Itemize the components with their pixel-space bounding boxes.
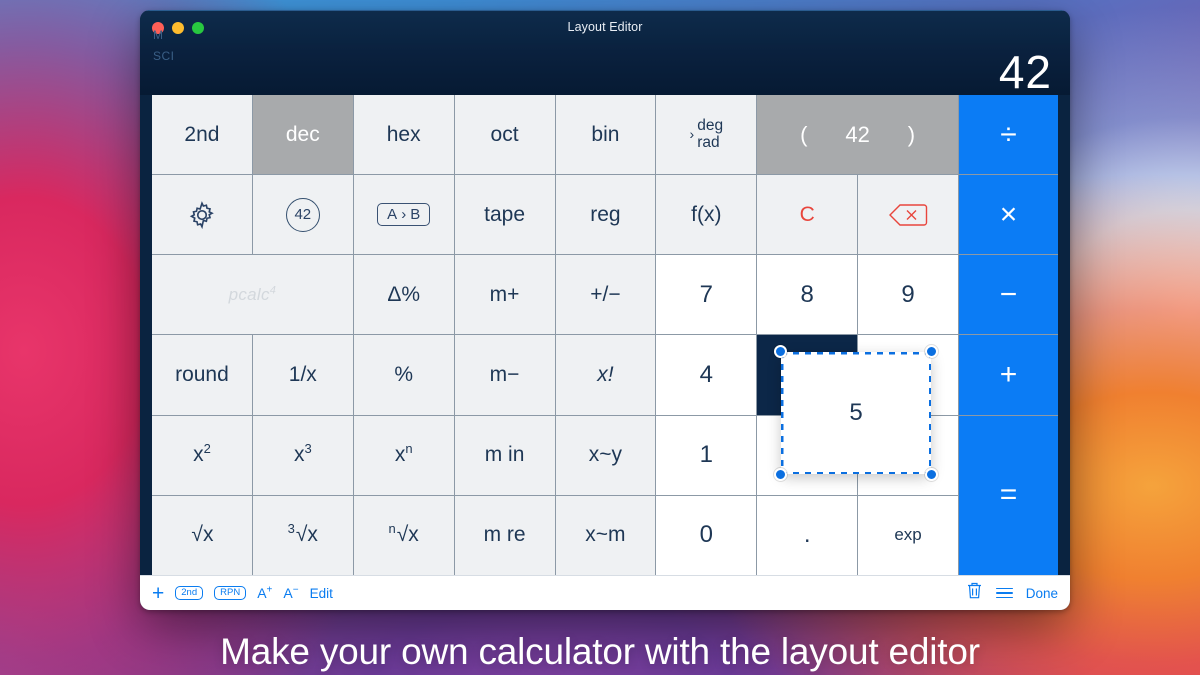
key-factorial[interactable]: x! — [555, 335, 656, 415]
keypad-grid[interactable]: 2nd dec hex oct bin › deg rad ( 42 ) ÷ 4… — [152, 95, 1058, 575]
key-backspace[interactable] — [858, 175, 958, 255]
rad-label: rad — [697, 133, 720, 151]
font-increase-button[interactable]: A+ — [257, 585, 272, 601]
menu-icon — [995, 587, 1013, 590]
logo-text: pcalc — [228, 284, 270, 304]
promo-caption: Make your own calculator with the layout… — [220, 631, 980, 672]
key-oct[interactable]: oct — [454, 95, 555, 175]
display-flags: M SCI — [153, 25, 175, 67]
key-memory-recall[interactable]: m re — [454, 495, 555, 575]
logo-sup: 4 — [269, 284, 277, 297]
key-reg[interactable]: reg — [555, 175, 656, 255]
key-fx[interactable]: f(x) — [656, 175, 757, 255]
delete-button[interactable] — [966, 581, 983, 605]
display-value: 42 — [998, 46, 1052, 98]
selection-border — [781, 352, 931, 474]
window-titlebar: Layout Editor — [140, 10, 1070, 45]
rpn-toggle-button[interactable]: RPN — [214, 585, 247, 601]
edit-button[interactable]: Edit — [310, 586, 333, 601]
calculator-display: M SCI 42 — [140, 28, 1070, 98]
key-swap-xm[interactable]: x~m — [555, 495, 656, 575]
key-plus[interactable]: + — [959, 335, 1058, 415]
resize-handle-bottom-left[interactable] — [774, 468, 787, 481]
paren-value: 42 — [845, 121, 870, 147]
key-nth-root[interactable]: n√x — [353, 495, 454, 575]
menu-button[interactable] — [995, 587, 1013, 599]
calculator-window: Layout Editor M SCI 42 2nd dec hex oct b… — [140, 10, 1070, 610]
backspace-icon — [889, 204, 928, 226]
key-nine[interactable]: 9 — [858, 255, 958, 335]
key-exponent[interactable]: exp — [858, 495, 958, 575]
key-one[interactable]: 1 — [656, 415, 757, 495]
key-2nd[interactable]: 2nd — [152, 95, 252, 175]
key-hex[interactable]: hex — [353, 95, 454, 175]
add-key-button[interactable]: + — [152, 583, 164, 604]
editor-toolbar: + 2nd RPN A+ A− Edit Done — [140, 575, 1070, 610]
key-convert[interactable]: A › B — [353, 175, 454, 255]
trash-icon — [967, 582, 981, 599]
key-multiply[interactable]: × — [959, 175, 1058, 255]
key-eight[interactable]: 8 — [757, 255, 858, 335]
constants-badge: 42 — [285, 197, 320, 232]
convert-badge: A › B — [377, 203, 431, 227]
key-round[interactable]: round — [152, 335, 252, 415]
second-toggle-button[interactable]: 2nd — [175, 585, 204, 601]
key-memory-minus[interactable]: m− — [454, 335, 555, 415]
key-bin[interactable]: bin — [555, 95, 656, 175]
key-paren-group[interactable]: ( 42 ) — [757, 95, 958, 175]
gear-icon — [189, 200, 214, 229]
mode-flag: SCI — [153, 49, 175, 63]
key-percent[interactable]: % — [353, 335, 454, 415]
dragged-key-five[interactable]: 5 — [774, 345, 938, 481]
key-pcalc-logo[interactable]: pcalc4 — [152, 255, 353, 335]
key-settings[interactable] — [152, 175, 252, 255]
key-minus[interactable]: − — [959, 255, 1058, 335]
key-x-power-n[interactable]: xn — [353, 415, 454, 495]
resize-handle-top-left[interactable] — [774, 345, 787, 358]
key-x-cubed[interactable]: x3 — [252, 415, 353, 495]
key-memory-in[interactable]: m in — [454, 415, 555, 495]
key-four[interactable]: 4 — [656, 335, 757, 415]
key-deg-rad[interactable]: › deg rad — [656, 95, 757, 175]
resize-handle-top-right[interactable] — [925, 345, 938, 358]
key-divide[interactable]: ÷ — [959, 95, 1058, 175]
key-seven[interactable]: 7 — [656, 255, 757, 335]
key-dec[interactable]: dec — [252, 95, 353, 175]
key-cube-root[interactable]: 3√x — [252, 495, 353, 575]
key-tape[interactable]: tape — [454, 175, 555, 255]
key-decimal-point[interactable]: . — [757, 495, 858, 575]
key-constants[interactable]: 42 — [252, 175, 353, 255]
done-button[interactable]: Done — [1026, 586, 1058, 601]
key-square-root[interactable]: √x — [152, 495, 252, 575]
memory-flag: M — [153, 28, 164, 42]
key-equals[interactable]: = — [959, 415, 1058, 575]
key-reciprocal[interactable]: 1/x — [252, 335, 353, 415]
key-sign[interactable]: +/− — [555, 255, 656, 335]
arrow-right-icon: › — [401, 206, 407, 224]
chevron-right-icon: › — [689, 126, 695, 143]
key-delta-percent[interactable]: Δ% — [353, 255, 454, 335]
paren-open: ( — [800, 121, 808, 147]
paren-close: ) — [907, 121, 916, 147]
key-zero[interactable]: 0 — [656, 495, 757, 575]
key-swap-xy[interactable]: x~y — [555, 415, 656, 495]
key-clear[interactable]: C — [757, 175, 858, 255]
deg-label: deg — [697, 116, 724, 134]
font-decrease-button[interactable]: A− — [283, 585, 298, 601]
key-memory-plus[interactable]: m+ — [454, 255, 555, 335]
key-x-squared[interactable]: x2 — [152, 415, 252, 495]
window-title: Layout Editor — [567, 20, 643, 34]
resize-handle-bottom-right[interactable] — [925, 468, 938, 481]
